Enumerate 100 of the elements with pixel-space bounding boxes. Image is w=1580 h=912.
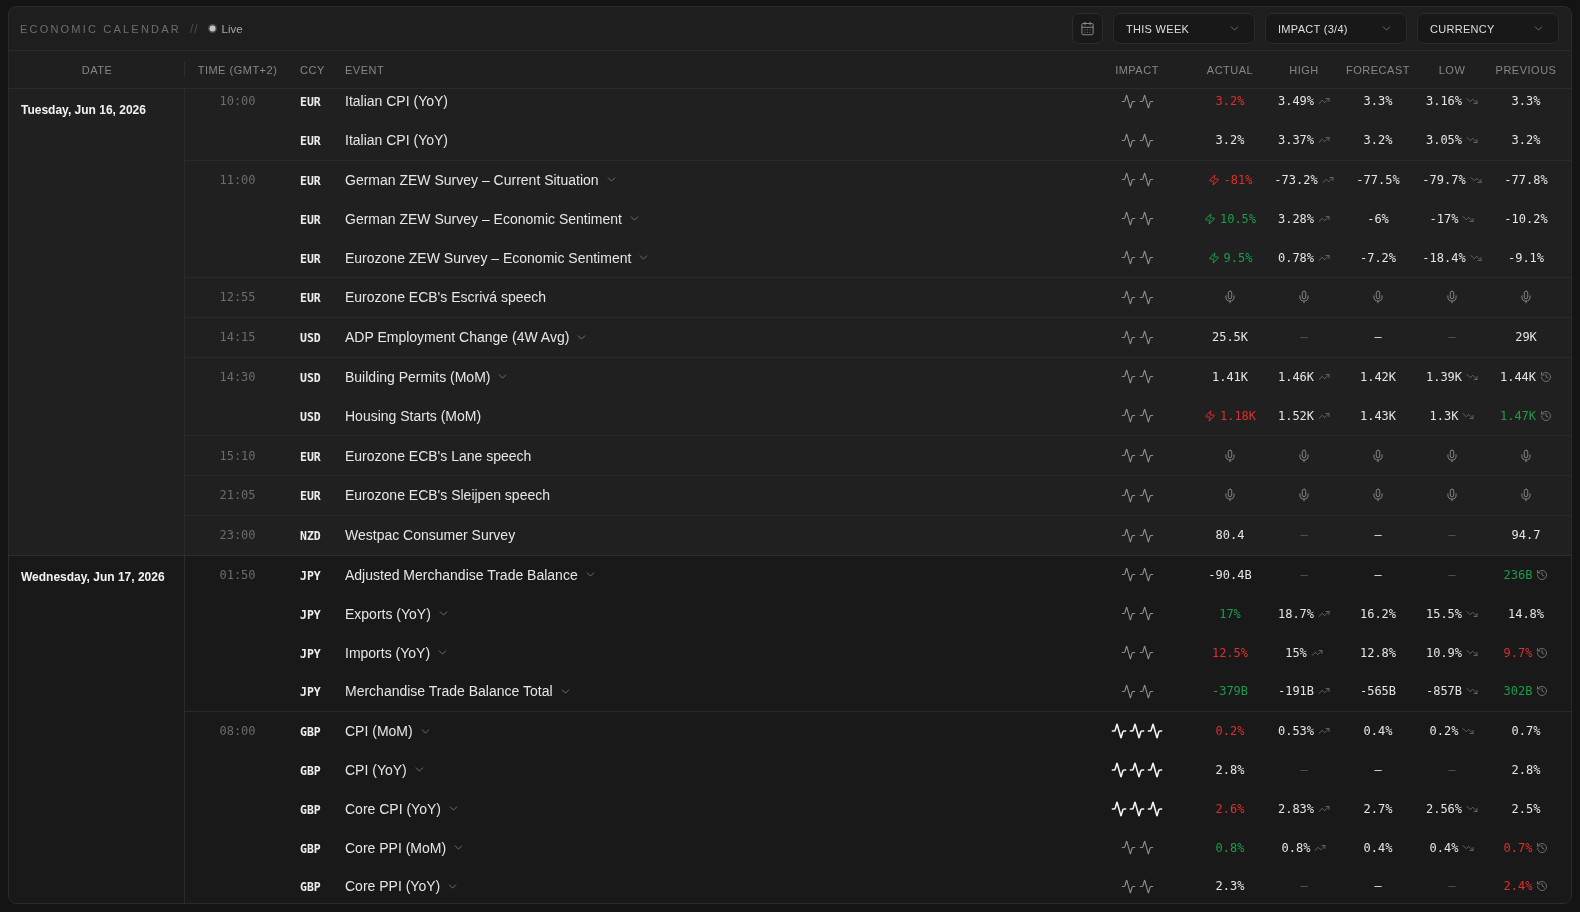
event-name: Housing Starts (MoM)	[345, 407, 482, 424]
column-header: HIGH	[1289, 63, 1319, 76]
previous-value: 3.2%	[1511, 133, 1541, 148]
microphone-icon	[1445, 448, 1459, 463]
time-label: 23:00	[219, 528, 256, 543]
calendar-button[interactable]	[1072, 13, 1103, 44]
microphone-icon	[1223, 290, 1237, 305]
date-label: Tuesday, Jun 16, 2026	[21, 103, 146, 117]
high-value: 18.7%	[1277, 606, 1315, 621]
actual-value: 12.5%	[1211, 645, 1249, 660]
status-label: Live	[221, 22, 243, 35]
low-value: -17%	[1429, 211, 1459, 226]
filter-dropdown[interactable]: IMPACT (3/4)	[1265, 13, 1407, 44]
currency-code: JPY	[300, 646, 321, 661]
time-label: 10:00	[219, 94, 256, 109]
event-name: CPI (YoY)	[345, 761, 407, 778]
microphone-icon	[1519, 290, 1533, 305]
filter-dropdown[interactable]: THIS WEEK	[1113, 13, 1255, 44]
previous-value: 2.8%	[1511, 762, 1541, 777]
forecast-value: 2.7%	[1363, 801, 1393, 816]
low-value: –	[1448, 879, 1456, 894]
previous-value: 1.44K	[1499, 369, 1537, 384]
high-value: –	[1300, 330, 1308, 345]
forecast-value: 0.4%	[1363, 724, 1393, 739]
low-value: 0.4%	[1429, 840, 1459, 855]
high-value: 1.52K	[1277, 408, 1315, 423]
high-value: -191B	[1277, 684, 1315, 699]
microphone-icon	[1371, 290, 1385, 305]
calendar-icon	[1080, 21, 1095, 36]
forecast-value: 1.43K	[1359, 408, 1397, 423]
low-value: -18.4%	[1422, 250, 1466, 265]
currency-code: EUR	[300, 174, 321, 188]
low-value: 3.05%	[1425, 133, 1463, 148]
forecast-value: -565B	[1359, 684, 1397, 699]
currency-code: JPY	[300, 607, 321, 622]
event-name: Eurozone ECB's Escrivá speech	[345, 289, 547, 306]
currency-code: NZD	[300, 529, 321, 544]
column-header: EVENT	[345, 63, 385, 76]
event-name: Italian CPI (YoY)	[345, 93, 448, 110]
forecast-value: 3.3%	[1363, 94, 1393, 109]
event-name: Core CPI (YoY)	[345, 800, 441, 817]
previous-value: -77.8%	[1504, 173, 1548, 187]
high-value: –	[1300, 567, 1308, 582]
microphone-icon	[1445, 290, 1459, 305]
time-label: 14:15	[219, 330, 256, 345]
previous-value: 2.5%	[1511, 801, 1541, 816]
event-name: Core PPI (MoM)	[345, 839, 447, 856]
previous-value: 94.7	[1511, 528, 1541, 543]
forecast-value: -7.2%	[1359, 250, 1397, 265]
currency-code: USD	[300, 409, 321, 424]
status-dot-icon	[207, 24, 217, 33]
low-value: 15.5%	[1425, 606, 1463, 621]
title-separator: //	[189, 21, 199, 36]
high-value: 0.8%	[1281, 840, 1311, 855]
previous-value: 302B	[1503, 684, 1533, 699]
low-value: 2.56%	[1425, 801, 1463, 816]
actual-value: 1.18K	[1219, 408, 1257, 423]
microphone-icon	[1445, 488, 1459, 503]
forecast-value: –	[1374, 567, 1382, 582]
column-header: IMPACT	[1115, 63, 1159, 76]
microphone-icon	[1297, 290, 1311, 305]
actual-value: -379B	[1211, 684, 1249, 699]
microphone-icon	[1223, 448, 1237, 463]
time-label: 15:10	[219, 448, 256, 463]
forecast-value: 3.2%	[1363, 133, 1393, 148]
previous-value: 9.7%	[1503, 645, 1533, 660]
currency-code: GBP	[300, 763, 321, 778]
event-name: CPI (MoM)	[345, 723, 413, 740]
event-name: Merchandise Trade Balance Total	[345, 683, 553, 700]
currency-code: USD	[300, 370, 321, 385]
currency-code: EUR	[300, 291, 321, 306]
currency-code: GBP	[300, 841, 321, 856]
low-value: -79.7%	[1422, 173, 1466, 187]
time-label: 21:05	[219, 488, 256, 503]
event-name: Westpac Consumer Survey	[345, 527, 516, 544]
actual-value: 3.2%	[1215, 94, 1245, 109]
forecast-value: -6%	[1367, 211, 1389, 226]
high-value: 3.37%	[1277, 133, 1315, 148]
event-name: Italian CPI (YoY)	[345, 132, 448, 149]
previous-value: 3.3%	[1511, 94, 1541, 109]
high-value: –	[1300, 528, 1308, 543]
currency-code: USD	[300, 331, 321, 346]
currency-code: EUR	[300, 95, 321, 110]
filter-dropdown[interactable]: CURRENCY	[1417, 13, 1559, 44]
actual-value: 17%	[1219, 606, 1241, 621]
actual-value: -81%	[1223, 173, 1253, 187]
low-value: 3.16%	[1425, 94, 1463, 109]
forecast-value: -77.5%	[1356, 173, 1400, 187]
event-name: Eurozone ECB's Lane speech	[345, 447, 532, 464]
previous-value: 1.47K	[1499, 408, 1537, 423]
actual-value: 2.6%	[1215, 801, 1245, 816]
previous-value: 29K	[1515, 330, 1537, 345]
panel-title: ECONOMIC CALENDAR	[20, 22, 181, 35]
currency-code: GBP	[300, 802, 321, 817]
currency-code: EUR	[300, 134, 321, 149]
event-name: Eurozone ECB's Sleijpen speech	[345, 487, 551, 504]
event-name: Building Permits (MoM)	[345, 368, 491, 385]
previous-value: 2.4%	[1503, 879, 1533, 894]
low-value: 1.39K	[1425, 369, 1463, 384]
actual-value: 10.5%	[1219, 211, 1257, 226]
